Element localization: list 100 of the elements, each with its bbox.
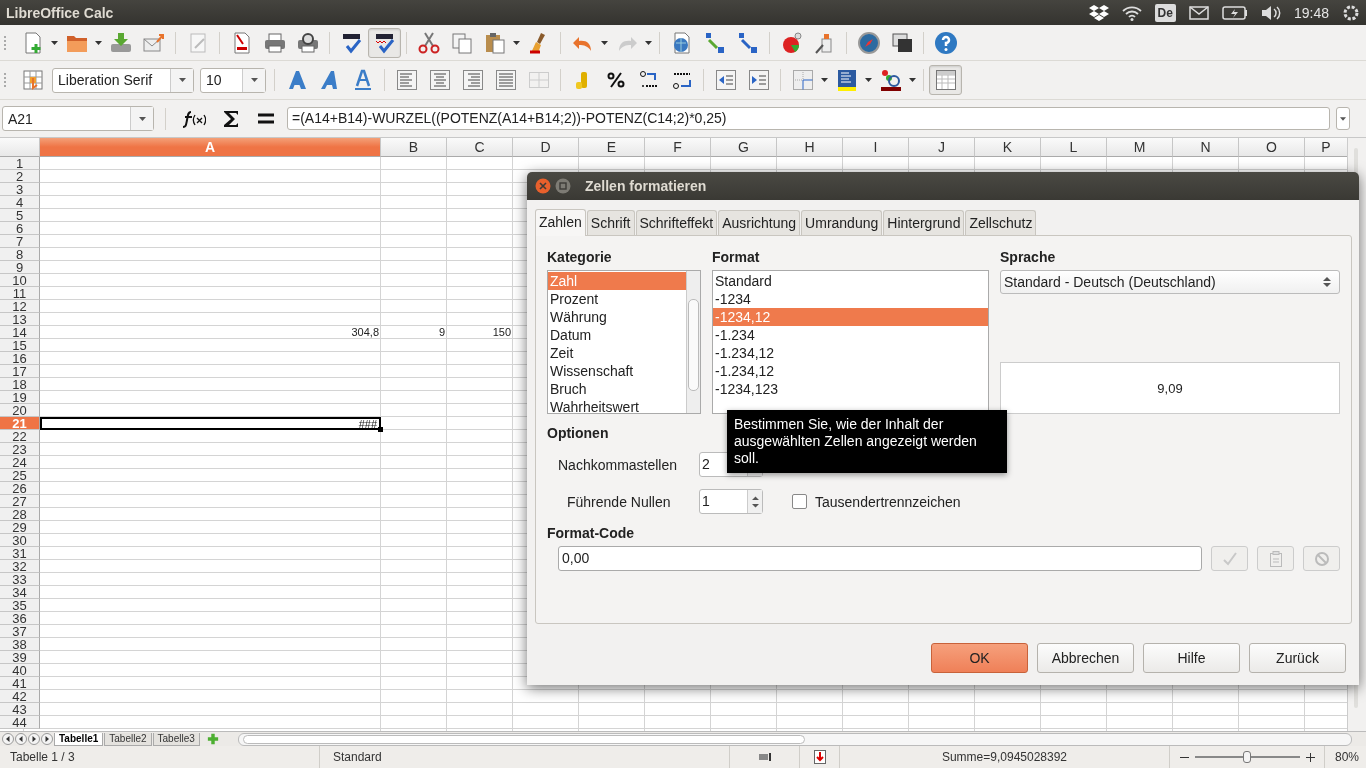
row-header[interactable]: 2 xyxy=(0,170,40,183)
row-header[interactable]: 32 xyxy=(0,560,40,573)
spin-arrows-icon[interactable] xyxy=(751,495,759,508)
auto-spellcheck-button[interactable] xyxy=(368,27,401,58)
row-header[interactable]: 15 xyxy=(0,339,40,352)
row-header[interactable]: 25 xyxy=(0,469,40,482)
row-header[interactable]: 44 xyxy=(0,716,40,729)
format-code-field[interactable]: 0,00 xyxy=(558,546,1202,571)
zoom-in-icon[interactable] xyxy=(1305,752,1315,762)
font-name-combo[interactable]: Liberation Serif xyxy=(52,67,194,93)
row-header[interactable]: 1 xyxy=(0,157,40,170)
column-header[interactable]: N xyxy=(1173,138,1239,157)
ok-button[interactable]: OK xyxy=(931,643,1028,673)
row-header[interactable]: 40 xyxy=(0,664,40,677)
row-header[interactable]: 37 xyxy=(0,625,40,638)
row-header[interactable]: 18 xyxy=(0,378,40,391)
list-item[interactable]: -1234,123 xyxy=(713,380,988,398)
caret-icon[interactable] xyxy=(51,40,58,45)
list-item[interactable]: Zeit xyxy=(548,344,686,362)
align-center-icon[interactable] xyxy=(427,68,452,92)
column-header[interactable]: K xyxy=(975,138,1041,157)
clock[interactable]: 19:48 xyxy=(1293,4,1329,21)
caret-icon[interactable] xyxy=(250,78,258,82)
row-header[interactable]: 17 xyxy=(0,365,40,378)
row-header[interactable]: 41 xyxy=(0,677,40,690)
tab[interactable]: Zahlen xyxy=(535,209,586,236)
printer-icon[interactable] xyxy=(262,30,287,55)
dialog-button[interactable]: Abbrechen xyxy=(1037,643,1134,673)
tab[interactable]: Zellschutz xyxy=(965,210,1037,235)
align-justify-icon[interactable] xyxy=(493,68,518,92)
scissors-icon[interactable] xyxy=(416,30,441,55)
download-icon[interactable] xyxy=(108,30,133,55)
battery-icon[interactable] xyxy=(1221,5,1248,20)
column-header[interactable]: J xyxy=(909,138,975,157)
caret-icon[interactable] xyxy=(865,78,872,82)
align-left-icon[interactable] xyxy=(394,68,419,92)
sheet-navigation-icon[interactable] xyxy=(28,733,40,745)
caret-icon[interactable] xyxy=(601,40,608,45)
horizontal-scrollbar[interactable] xyxy=(237,732,1352,746)
list-item[interactable]: Wahrheitswert xyxy=(548,398,686,413)
mail-icon[interactable] xyxy=(1188,5,1209,20)
list-item[interactable]: Währung xyxy=(548,308,686,326)
sheet-tab[interactable]: Tabelle2 xyxy=(104,732,152,746)
sheet-tab[interactable]: Tabelle1 xyxy=(54,732,104,746)
column-header[interactable]: M xyxy=(1107,138,1173,157)
row-header[interactable]: 12 xyxy=(0,300,40,313)
selection-mode-icon[interactable] xyxy=(758,752,771,762)
sheet-navigation-icon[interactable] xyxy=(15,733,27,745)
caret-icon[interactable] xyxy=(909,78,916,82)
list-item[interactable]: Prozent xyxy=(548,290,686,308)
row-header[interactable]: 35 xyxy=(0,599,40,612)
formula-input[interactable]: =(A14+B14)-WURZEL((POTENZ(A14+B14;2))-POTENZ(C14;2)*0,25) xyxy=(287,107,1330,130)
list-item[interactable]: Bruch xyxy=(548,380,686,398)
checkbox[interactable] xyxy=(792,494,807,509)
volume-icon[interactable] xyxy=(1260,4,1281,21)
list-item[interactable]: Standard xyxy=(713,272,988,290)
sum-icon[interactable] xyxy=(222,108,240,129)
row-header[interactable]: 16 xyxy=(0,352,40,365)
list-item[interactable]: -1.234,12 xyxy=(713,344,988,362)
caret-icon[interactable] xyxy=(821,78,828,82)
wifi-icon[interactable] xyxy=(1121,4,1142,21)
print-preview-icon[interactable] xyxy=(295,30,320,55)
row-header[interactable]: 42 xyxy=(0,690,40,703)
column-header[interactable]: D xyxy=(513,138,579,157)
row-header[interactable]: 30 xyxy=(0,534,40,547)
sheet-tab[interactable]: Tabelle3 xyxy=(152,732,200,746)
keyboard-layout-indicator[interactable]: De xyxy=(1154,3,1176,22)
list-item[interactable]: Datum xyxy=(548,326,686,344)
row-header[interactable]: 8 xyxy=(0,248,40,261)
column-header[interactable]: F xyxy=(645,138,711,157)
row-header[interactable]: 13 xyxy=(0,313,40,326)
sheet-navigation-icon[interactable] xyxy=(2,733,14,745)
grid-lines-button[interactable] xyxy=(929,65,962,95)
column-header[interactable]: I xyxy=(843,138,909,157)
row-header[interactable]: 39 xyxy=(0,651,40,664)
power-icon[interactable] xyxy=(1342,3,1360,22)
font-color-icon[interactable] xyxy=(878,68,903,92)
leading-zeros-spinbox[interactable]: 1 xyxy=(699,489,763,514)
language-select[interactable]: Standard - Deutsch (Deutschland) xyxy=(1000,270,1340,294)
row-header[interactable]: 29 xyxy=(0,521,40,534)
list-item[interactable]: -1.234,12 xyxy=(713,362,988,380)
row-header[interactable]: 23 xyxy=(0,443,40,456)
row-header[interactable]: 26 xyxy=(0,482,40,495)
font-size-combo[interactable]: 10 xyxy=(200,67,266,93)
tab[interactable]: Umrandung xyxy=(801,210,883,235)
compass-icon[interactable] xyxy=(856,30,881,55)
decrease-indent-icon[interactable] xyxy=(713,68,738,92)
row-header[interactable]: 19 xyxy=(0,391,40,404)
column-header[interactable]: E xyxy=(579,138,645,157)
tab[interactable]: Ausrichtung xyxy=(718,210,801,235)
row-header[interactable]: 4 xyxy=(0,196,40,209)
column-header[interactable]: B xyxy=(381,138,447,157)
caret-icon[interactable] xyxy=(95,40,102,45)
caret-icon[interactable] xyxy=(645,40,652,45)
row-header[interactable]: 5 xyxy=(0,209,40,222)
row-header[interactable]: 10 xyxy=(0,274,40,287)
list-item[interactable]: Wissenschaft xyxy=(548,362,686,380)
name-box[interactable]: A21 xyxy=(2,106,154,131)
column-header[interactable]: C xyxy=(447,138,513,157)
column-header[interactable]: O xyxy=(1239,138,1305,157)
